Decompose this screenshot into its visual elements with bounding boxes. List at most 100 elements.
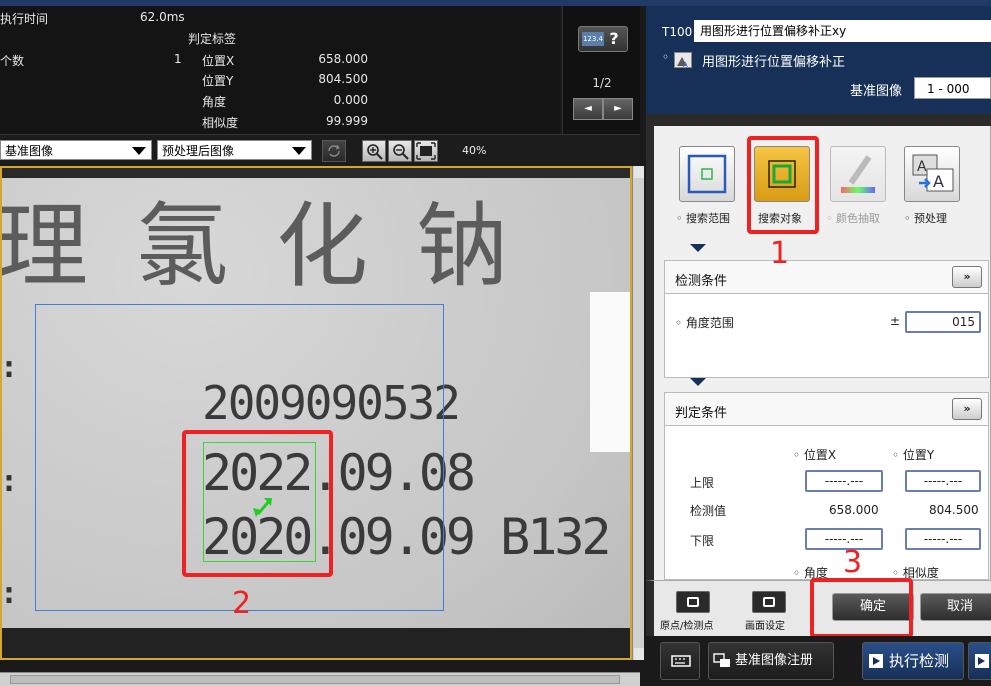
run-continuous-button[interactable]: [968, 642, 991, 680]
detected-value-label: 检测值: [690, 504, 727, 518]
numeric-help-button[interactable]: 123.4 ?: [578, 26, 628, 52]
zoom-out-button[interactable]: [388, 140, 412, 162]
plus-minus: ±: [890, 314, 901, 328]
dropdown-arrow-icon: [292, 147, 306, 155]
svg-text:A: A: [917, 159, 927, 175]
angle-label: 角度: [202, 95, 227, 109]
upper-x-input[interactable]: -----.---: [805, 470, 883, 492]
search-range-label: ◦ 搜索范围: [676, 212, 730, 225]
tool-id: T100: [662, 25, 693, 39]
fit-window-icon: [416, 142, 436, 160]
judge-label: 判定标签: [188, 32, 237, 46]
detect-expand-button[interactable]: »: [952, 266, 982, 288]
search-range-button[interactable]: [679, 146, 735, 202]
detect-conditions-title: 检测条件: [675, 274, 728, 289]
page-control: 123.4 ? 1/2 ◄ ►: [562, 6, 640, 134]
tool-sub-title: 用图形进行位置偏移补正: [702, 55, 846, 70]
count-label: 个数: [0, 54, 25, 68]
judge-conditions-title: 判定条件: [675, 406, 728, 421]
tool-title-field[interactable]: 用图形进行位置偏移补正xy: [694, 20, 991, 42]
process-select[interactable]: 预处理后图像: [157, 140, 312, 160]
preprocess-icon: AA: [912, 154, 954, 192]
run-detect-label: 执行检测: [889, 652, 950, 670]
image-colon-2: :: [0, 464, 19, 499]
image-big-characters: 理氯化钠: [0, 193, 557, 300]
next-page-button[interactable]: ►: [603, 98, 633, 120]
image-colon-1: :: [0, 350, 19, 385]
zoom-in-button[interactable]: [362, 140, 386, 162]
play-icon: [869, 654, 883, 668]
refresh-icon: [328, 144, 340, 157]
page-indicator: 1/2: [592, 76, 612, 90]
search-range-icon: [687, 154, 727, 194]
section-arrow-icon: [690, 244, 706, 252]
annotation-label-2: 2: [232, 586, 252, 621]
lower-y-input[interactable]: -----.---: [905, 528, 981, 550]
refresh-button[interactable]: [322, 140, 346, 162]
upper-limit-label: 上限: [690, 476, 715, 490]
highlight-box-1: [747, 136, 819, 234]
origin-detect-button[interactable]: [676, 591, 710, 613]
pattern-tool-icon: A: [674, 52, 692, 69]
image-select-value: 基准图像: [5, 144, 54, 158]
image-toolbar: 基准图像 预处理后图像 40%: [0, 134, 640, 166]
origin-detect-label: 原点/检测点: [660, 621, 714, 632]
judge-expand-button[interactable]: »: [952, 398, 982, 420]
vertical-scrollbar[interactable]: [632, 166, 644, 660]
svg-text:A: A: [933, 172, 944, 191]
preprocess-label: ◦ 预处理: [904, 212, 947, 225]
fit-window-button[interactable]: [414, 140, 438, 162]
tool-header: T100 用图形进行位置偏移补正xy ◦ A 用图形进行位置偏移补正 基准图像 …: [646, 6, 991, 114]
image-select[interactable]: 基准图像: [0, 140, 152, 160]
count-value: 1: [174, 52, 182, 66]
preprocess-button[interactable]: AA: [904, 146, 960, 202]
judge-conditions-header: 判定条件 »: [664, 392, 989, 426]
detect-conditions-body: ◦ 角度范围 ± 015: [664, 294, 989, 378]
screen-settings-button[interactable]: [752, 591, 786, 613]
register-image-icon: [713, 653, 730, 667]
judge-conditions-body: ◦ 位置X ◦ 位置Y 上限 -----.--- -----.--- 检测值 6…: [664, 426, 989, 580]
numeric-display-icon: 123.4: [582, 32, 604, 46]
angle-value: 0.000: [333, 93, 368, 107]
posy-value: 804.500: [318, 72, 368, 86]
image-viewer[interactable]: 理氯化钠 : : : 2009090532 2022.09.08 2020.09…: [0, 166, 632, 660]
upper-y-input[interactable]: -----.---: [905, 470, 981, 492]
screen-settings-label: 画面设定: [745, 621, 785, 632]
similarity-label: 相似度: [202, 116, 239, 130]
run-continuous-icon: [975, 654, 989, 668]
highlight-box-3: [810, 578, 913, 638]
keyboard-button[interactable]: [660, 642, 700, 680]
bottom-bar: 基准图像注册 执行检测: [646, 636, 991, 686]
zoom-out-icon: [393, 144, 409, 160]
lower-limit-label: 下限: [690, 534, 715, 548]
posx-value: 658.000: [318, 52, 368, 66]
col-posy: ◦ 位置Y: [892, 448, 935, 462]
similarity-value: 99.999: [326, 114, 368, 128]
result-info-panel: 执行时间 62.0ms 判定标签 个数 1 位置X 658.000 位置Y 80…: [0, 6, 560, 134]
image-bottom-band: [2, 628, 630, 658]
process-select-value: 预处理后图像: [162, 144, 235, 158]
register-base-image-button[interactable]: 基准图像注册: [708, 642, 834, 680]
detect-conditions-header: 检测条件 »: [664, 260, 989, 294]
base-image-field[interactable]: 1 - 000: [914, 77, 991, 99]
prev-page-button[interactable]: ◄: [573, 98, 603, 120]
angle-range-input[interactable]: 015: [905, 311, 981, 333]
color-extract-button: [830, 146, 886, 202]
cancel-button[interactable]: 取消: [920, 593, 991, 621]
horizontal-scroll-thumb[interactable]: [10, 675, 620, 684]
col-posx: ◦ 位置X: [793, 448, 837, 462]
run-detect-button[interactable]: 执行检测: [862, 642, 964, 680]
highlight-box-2: [182, 430, 333, 577]
bullet-icon: ◦: [662, 50, 670, 64]
angle-range-label: ◦ 角度范围: [675, 316, 734, 330]
horizontal-scrollbar[interactable]: [0, 672, 640, 686]
scroll-up-icon[interactable]: [634, 166, 644, 178]
dropdown-arrow-icon: [132, 147, 146, 155]
color-dropper-icon: [841, 155, 875, 193]
scroll-down-icon[interactable]: [634, 648, 644, 660]
exec-time-value: 62.0ms: [140, 10, 185, 24]
zoom-level: 40%: [462, 144, 487, 157]
posx-label: 位置X: [202, 54, 235, 68]
help-icon: ?: [609, 29, 619, 48]
annotation-label-3: 3: [843, 545, 863, 580]
